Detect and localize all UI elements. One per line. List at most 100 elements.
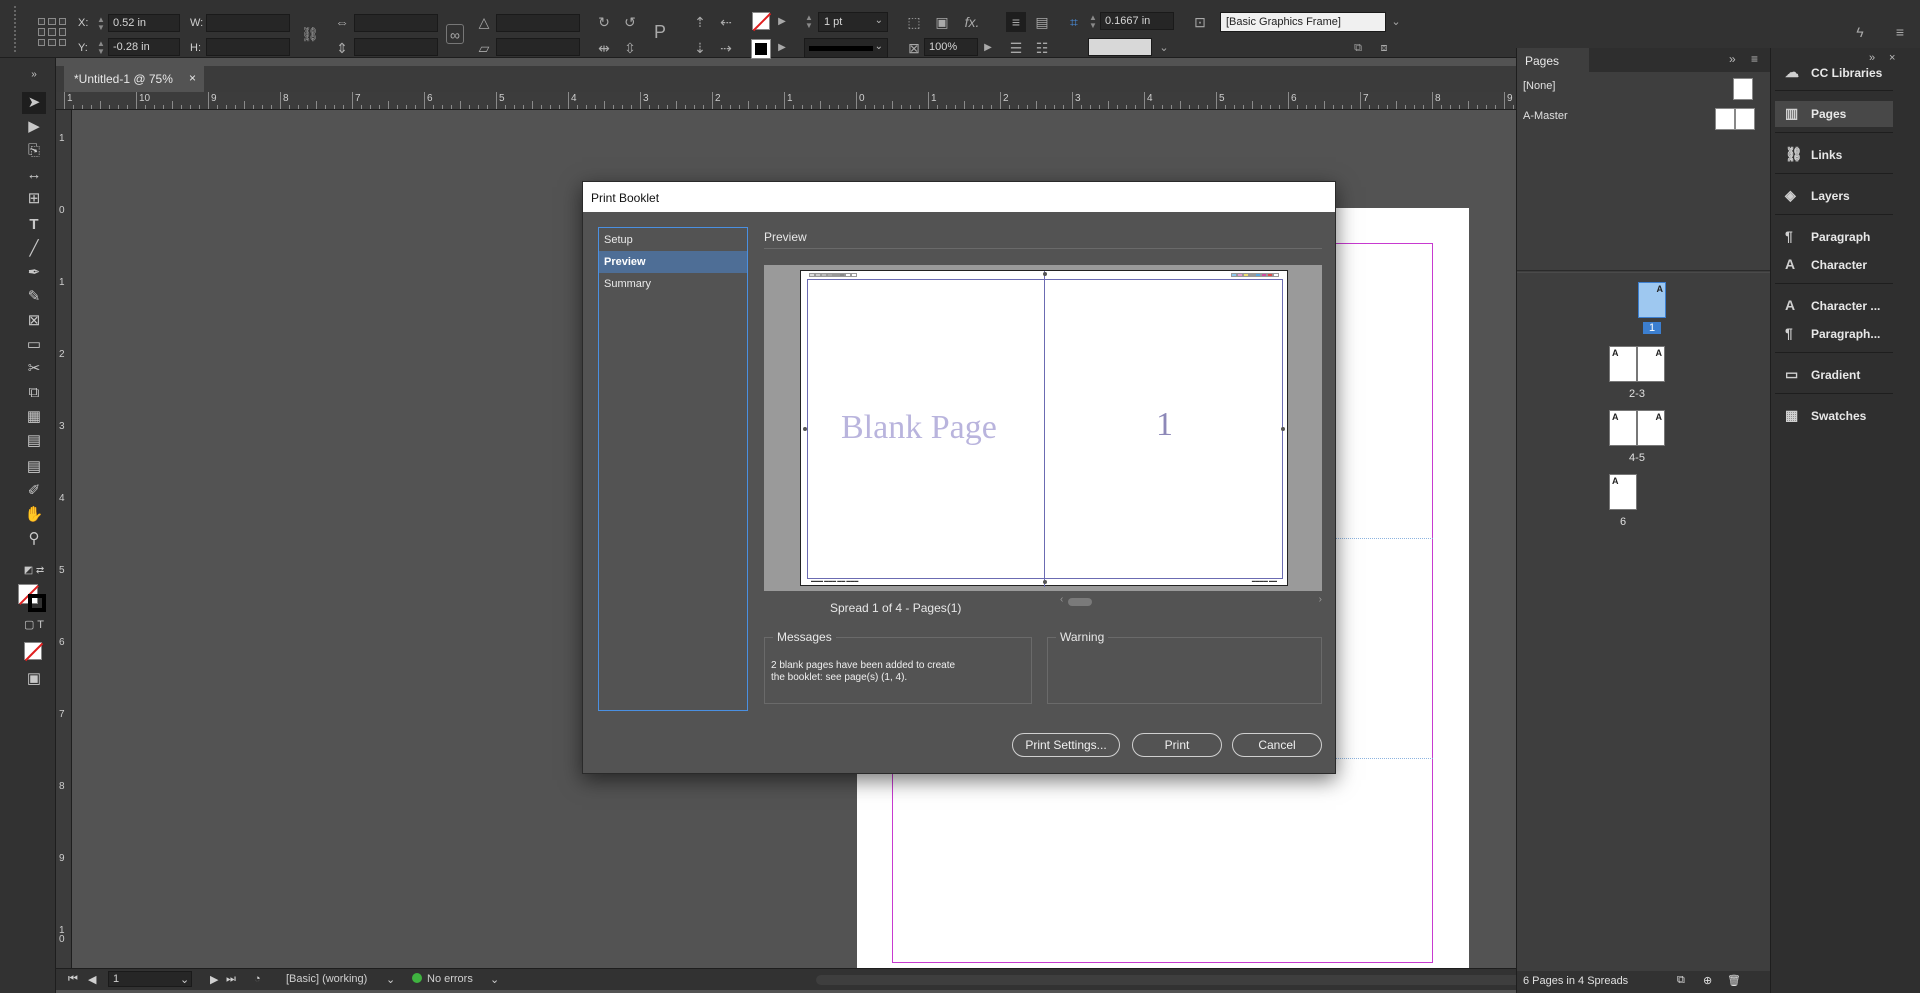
quick-apply-icon[interactable]: ϟ [1850,22,1870,42]
master-thumbnail[interactable] [1715,108,1735,130]
formatting-affects-container-icon[interactable]: ▢ T [22,614,46,636]
horizontal-ruler[interactable]: 1 10 9 8 7 6 5 4 3 2 1 0 1 2 3 4 5 6 7 8 9 [56,92,1516,110]
nav-item-setup[interactable]: Setup [599,229,747,251]
scrollbar-thumb[interactable] [1068,598,1092,606]
clear-overrides-icon[interactable]: ⧉ [1348,38,1368,58]
opacity-field[interactable]: 100% [924,38,978,56]
delete-page-icon[interactable]: 🗑 [1727,974,1741,987]
reference-point-icon[interactable] [38,18,66,46]
rotate-angle-field[interactable] [496,14,580,32]
offset-field[interactable]: 0.1667 in [1100,12,1174,30]
scissors-tool-icon[interactable]: ✂ [22,358,46,380]
scale-y-field[interactable] [354,38,438,56]
stroke-menu-arrow-icon[interactable]: ▶ [772,38,792,58]
pages-panel-tab[interactable]: Pages [1517,48,1589,72]
chevron-down-icon[interactable]: ⌄ [386,973,395,986]
page-thumbnail[interactable]: A [1638,282,1666,318]
scroll-left-icon[interactable]: ‹ [1060,594,1063,605]
panel-divider[interactable] [1517,270,1771,273]
dock-item-gradient[interactable]: ▭ Gradient [1775,362,1893,388]
page-thumbnail[interactable]: A [1637,346,1665,382]
corner-shape-field[interactable] [1088,38,1152,56]
free-transform-tool-icon[interactable]: ⧉ [22,382,46,404]
master-thumbnail[interactable] [1733,78,1753,100]
chevron-down-icon[interactable]: ⌄ [490,973,499,986]
fill-menu-arrow-icon[interactable]: ▶ [772,12,792,32]
page-thumbnail-label[interactable]: 6 [1609,516,1637,528]
new-page-icon[interactable]: ⊕ [1703,974,1712,987]
select-previous-icon[interactable]: ⇠ [716,12,736,32]
pen-tool-icon[interactable]: ✒ [22,262,46,284]
page-thumbnail[interactable]: A [1637,410,1665,446]
align-justify-icon[interactable]: ☷ [1032,38,1052,58]
close-icon[interactable]: × [189,71,196,85]
previous-page-icon[interactable]: ◀ [88,973,96,986]
collapse-toolbar-icon[interactable]: » [22,64,46,86]
dock-item-character[interactable]: A Character [1775,252,1893,278]
nav-item-preview[interactable]: Preview [599,251,747,273]
selection-tool-icon[interactable]: ➤ [22,92,46,114]
last-page-icon[interactable]: ⏭ [226,973,236,986]
page-thumbnail[interactable]: A [1609,410,1637,446]
constrain-proportions-icon[interactable]: ⛓ [300,24,320,44]
scale-x-field[interactable] [354,14,438,32]
y-field[interactable]: -0.28 in [108,38,180,56]
open-page-icon[interactable]: ◔ [254,973,261,985]
constrain-scale-icon[interactable]: ∞ [446,24,464,44]
dock-item-paragraph[interactable]: ¶ Paragraph [1775,224,1893,250]
dock-item-layers[interactable]: ◈ Layers [1775,183,1893,209]
print-settings-button[interactable]: Print Settings... [1012,733,1120,757]
note-tool-icon[interactable]: ▤ [22,456,46,478]
fill-swatch-icon[interactable] [752,12,772,32]
line-tool-icon[interactable]: ╱ [22,238,46,260]
screen-mode-icon[interactable]: ▣ [22,668,46,690]
dock-item-cc-libraries[interactable]: ☁ CC Libraries [1775,60,1893,86]
collapse-panel-icon[interactable]: » [1729,52,1736,66]
drop-shadow-icon[interactable]: ▣ [932,12,952,32]
offset-spinner[interactable]: ▲ ▼ [1088,14,1098,30]
page-thumbnail[interactable]: A [1609,474,1637,510]
control-bar-grip[interactable] [14,6,18,52]
page-thumbnail[interactable]: A [1609,346,1637,382]
select-container-icon[interactable]: ⇡ [690,12,710,32]
page-thumbnail-label[interactable]: 2-3 [1609,388,1665,400]
edit-page-size-icon[interactable]: ⧉ [1677,974,1685,987]
horizontal-scrollbar[interactable] [816,975,1576,985]
master-a[interactable]: A-Master [1521,106,1767,130]
text-wrap-none-icon[interactable]: ≡ [1006,12,1026,32]
zoom-tool-icon[interactable]: ⚲ [22,528,46,550]
stroke-swatch-icon[interactable] [751,39,771,59]
page-tool-icon[interactable]: ⎘ [22,140,46,162]
master-none[interactable]: [None] [1521,76,1767,100]
dock-item-links[interactable]: ⛓ Links [1775,142,1893,168]
stroke-type-dropdown[interactable]: ⌄ [804,38,888,58]
first-page-icon[interactable]: ⏮ [68,973,78,986]
vertical-ruler[interactable]: 101234567891 0 [56,110,72,970]
hand-tool-icon[interactable]: ✋ [22,504,46,526]
eyedropper-tool-icon[interactable]: ✐ [22,480,46,502]
dock-item-character[interactable]: A Character ... [1775,293,1893,319]
w-field[interactable] [206,14,290,32]
flip-vertical-icon[interactable]: ⇳ [620,38,640,58]
chevron-down-icon[interactable]: ⌄ [1154,38,1174,58]
cancel-button[interactable]: Cancel [1232,733,1322,757]
rotate-cw-icon[interactable]: ↻ [594,12,614,32]
control-bar-menu-icon[interactable]: ≡ [1890,22,1910,42]
flip-horizontal-icon[interactable]: ⇹ [594,38,614,58]
rectangle-tool-icon[interactable]: ▭ [22,334,46,356]
rectangle-frame-tool-icon[interactable]: ⊠ [22,310,46,332]
direct-selection-tool-icon[interactable]: ▶ [22,116,46,138]
content-collector-icon[interactable]: ⊞ [22,188,46,210]
rotate-ccw-icon[interactable]: ↺ [620,12,640,32]
opacity-arrow-icon[interactable]: ▶ [978,38,998,58]
shear-angle-field[interactable] [496,38,580,56]
x-spinner[interactable]: ▲ ▼ [96,16,106,32]
apply-none-icon[interactable] [24,642,44,662]
preflight-profile[interactable]: [Basic] (working) [286,973,367,985]
stroke-weight-dropdown[interactable]: 1 pt ⌄ [818,12,888,32]
text-wrap-bbox-icon[interactable]: ▤ [1032,12,1052,32]
x-field[interactable]: 0.52 in [108,14,180,32]
gradient-feather-tool-icon[interactable]: ▤ [22,430,46,452]
gradient-swatch-tool-icon[interactable]: ▦ [22,406,46,428]
select-content-icon[interactable]: ⇣ [690,38,710,58]
